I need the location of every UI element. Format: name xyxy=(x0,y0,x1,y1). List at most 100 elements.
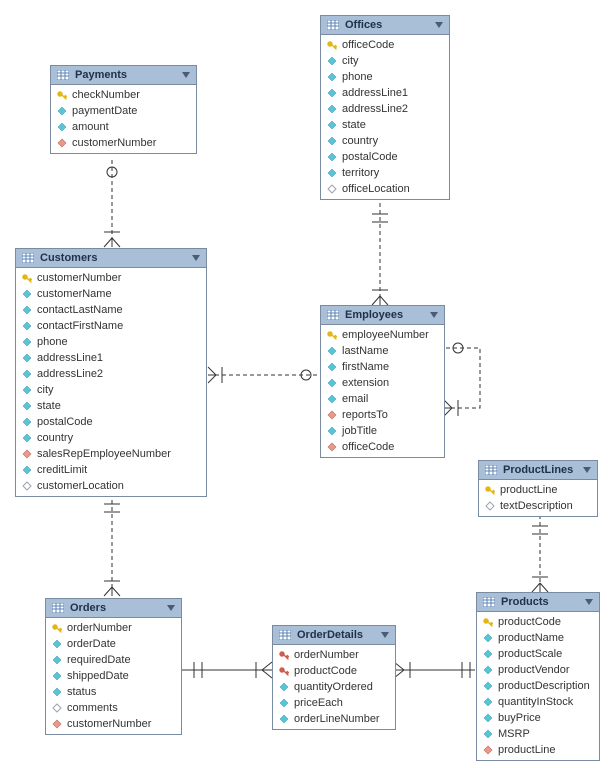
column-row[interactable]: reportsTo xyxy=(321,407,444,423)
column-row[interactable]: comments xyxy=(46,700,181,716)
column-row[interactable]: officeCode xyxy=(321,439,444,455)
column-row[interactable]: orderDate xyxy=(46,636,181,652)
chevron-down-icon[interactable] xyxy=(430,312,438,318)
column-label: orderNumber xyxy=(294,648,359,662)
column-row[interactable]: territory xyxy=(321,165,449,181)
entity-header[interactable]: ProductLines xyxy=(479,461,597,480)
entity-header[interactable]: Customers xyxy=(16,249,206,268)
column-row[interactable]: contactLastName xyxy=(16,302,206,318)
entity-products[interactable]: Products productCodeproductNameproductSc… xyxy=(476,592,600,761)
column-label: officeCode xyxy=(342,38,394,52)
column-row[interactable]: quantityInStock xyxy=(477,694,599,710)
key-icon xyxy=(52,623,62,633)
entity-header[interactable]: Products xyxy=(477,593,599,612)
column-row[interactable]: status xyxy=(46,684,181,700)
entity-payments[interactable]: Payments checkNumberpaymentDateamountcus… xyxy=(50,65,197,154)
chevron-down-icon[interactable] xyxy=(583,467,591,473)
column-row[interactable]: paymentDate xyxy=(51,103,196,119)
column-row[interactable]: extension xyxy=(321,375,444,391)
column-row[interactable]: postalCode xyxy=(321,149,449,165)
chevron-down-icon[interactable] xyxy=(192,255,200,261)
blue-icon xyxy=(22,289,32,299)
column-row[interactable]: textDescription xyxy=(479,498,597,514)
column-row[interactable]: city xyxy=(321,53,449,69)
chevron-down-icon[interactable] xyxy=(435,22,443,28)
entity-productlines[interactable]: ProductLines productLinetextDescription xyxy=(478,460,598,517)
column-row[interactable]: productCode xyxy=(477,614,599,630)
chevron-down-icon[interactable] xyxy=(381,632,389,638)
column-row[interactable]: firstName xyxy=(321,359,444,375)
column-label: textDescription xyxy=(500,499,573,513)
column-row[interactable]: addressLine1 xyxy=(16,350,206,366)
hollow-icon xyxy=(22,481,32,491)
column-row[interactable]: state xyxy=(16,398,206,414)
column-row[interactable]: productScale xyxy=(477,646,599,662)
column-row[interactable]: customerNumber xyxy=(51,135,196,151)
column-row[interactable]: shippedDate xyxy=(46,668,181,684)
red-icon xyxy=(22,449,32,459)
column-row[interactable]: employeeNumber xyxy=(321,327,444,343)
column-row[interactable]: customerNumber xyxy=(46,716,181,732)
entity-header[interactable]: Offices xyxy=(321,16,449,35)
blue-icon xyxy=(327,120,337,130)
entity-header[interactable]: OrderDetails xyxy=(273,626,395,645)
column-row[interactable]: buyPrice xyxy=(477,710,599,726)
key-icon xyxy=(327,330,337,340)
column-row[interactable]: email xyxy=(321,391,444,407)
chevron-down-icon[interactable] xyxy=(585,599,593,605)
entity-header[interactable]: Employees xyxy=(321,306,444,325)
column-row[interactable]: customerName xyxy=(16,286,206,302)
chevron-down-icon[interactable] xyxy=(182,72,190,78)
column-label: city xyxy=(342,54,359,68)
column-row[interactable]: productVendor xyxy=(477,662,599,678)
column-row[interactable]: productName xyxy=(477,630,599,646)
column-row[interactable]: contactFirstName xyxy=(16,318,206,334)
column-label: phone xyxy=(37,335,68,349)
column-label: customerNumber xyxy=(72,136,156,150)
column-row[interactable]: addressLine2 xyxy=(16,366,206,382)
entity-employees[interactable]: Employees employeeNumberlastNamefirstNam… xyxy=(320,305,445,458)
blue-icon xyxy=(483,665,493,675)
column-row[interactable]: salesRepEmployeeNumber xyxy=(16,446,206,462)
entity-offices[interactable]: Offices officeCode cityphoneaddressLine1a… xyxy=(320,15,450,200)
column-row[interactable]: lastName xyxy=(321,343,444,359)
column-row[interactable]: customerNumber xyxy=(16,270,206,286)
column-row[interactable]: orderNumber xyxy=(46,620,181,636)
column-row[interactable]: requiredDate xyxy=(46,652,181,668)
entity-header[interactable]: Payments xyxy=(51,66,196,85)
column-row[interactable]: orderNumber xyxy=(273,647,395,663)
column-row[interactable]: officeCode xyxy=(321,37,449,53)
entity-header[interactable]: Orders xyxy=(46,599,181,618)
column-row[interactable]: postalCode xyxy=(16,414,206,430)
column-row[interactable]: productDescription xyxy=(477,678,599,694)
column-row[interactable]: productLine xyxy=(479,482,597,498)
column-row[interactable]: creditLimit xyxy=(16,462,206,478)
entity-orders[interactable]: Orders orderNumberorderDaterequiredDates… xyxy=(45,598,182,735)
column-label: productName xyxy=(498,631,564,645)
column-row[interactable]: addressLine1 xyxy=(321,85,449,101)
column-row[interactable]: country xyxy=(321,133,449,149)
column-row[interactable]: quantityOrdered xyxy=(273,679,395,695)
column-row[interactable]: jobTitle xyxy=(321,423,444,439)
column-row[interactable]: country xyxy=(16,430,206,446)
column-row[interactable]: addressLine2 xyxy=(321,101,449,117)
column-row[interactable]: orderLineNumber xyxy=(273,711,395,727)
column-row[interactable]: phone xyxy=(321,69,449,85)
column-row[interactable]: customerLocation xyxy=(16,478,206,494)
chevron-down-icon[interactable] xyxy=(167,605,175,611)
column-row[interactable]: productCode xyxy=(273,663,395,679)
column-row[interactable]: phone xyxy=(16,334,206,350)
column-row[interactable]: amount xyxy=(51,119,196,135)
column-row[interactable]: officeLocation xyxy=(321,181,449,197)
red-icon xyxy=(327,442,337,452)
column-row[interactable]: MSRP xyxy=(477,726,599,742)
column-row[interactable]: city xyxy=(16,382,206,398)
column-row[interactable]: productLine xyxy=(477,742,599,758)
column-row[interactable]: priceEach xyxy=(273,695,395,711)
entity-orderdetails[interactable]: OrderDetails orderNumberproductCodequant… xyxy=(272,625,396,730)
column-row[interactable]: checkNumber xyxy=(51,87,196,103)
hollow-icon xyxy=(52,703,62,713)
blue-icon xyxy=(327,136,337,146)
column-row[interactable]: state xyxy=(321,117,449,133)
entity-customers[interactable]: Customers customerNumbercustomerNamecont… xyxy=(15,248,207,497)
